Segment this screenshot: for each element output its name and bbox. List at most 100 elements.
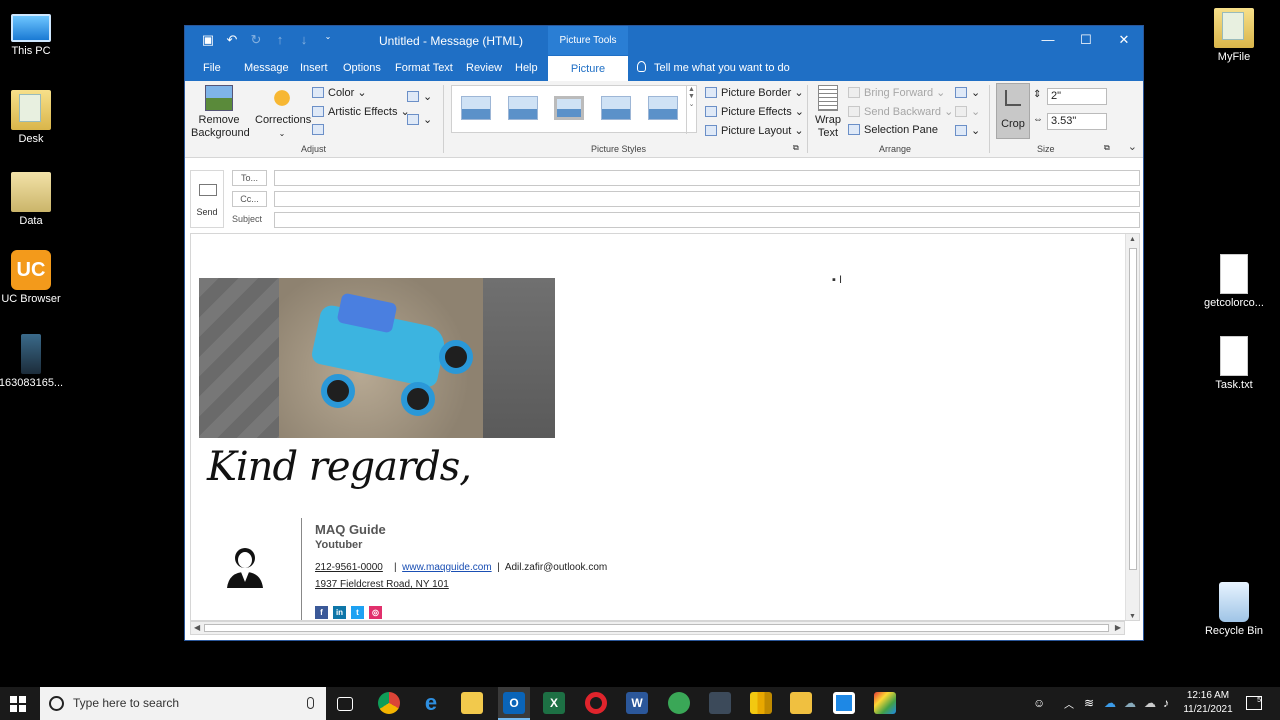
maximize-button[interactable]: ☐ bbox=[1067, 26, 1105, 55]
arrow-up-icon[interactable]: ↑ bbox=[273, 32, 287, 48]
desktop-icon-image-file[interactable]: 163083165... bbox=[0, 334, 66, 389]
file-explorer-icon[interactable] bbox=[461, 692, 483, 714]
volume-icon[interactable]: ♪ bbox=[1163, 696, 1169, 710]
redo-icon[interactable]: ↻ bbox=[249, 32, 263, 48]
cc-input[interactable] bbox=[274, 191, 1140, 207]
corrections-button[interactable]: Corrections ⌄ bbox=[255, 85, 311, 140]
task-view-icon[interactable] bbox=[337, 697, 353, 711]
rotate-button[interactable]: ⌄ bbox=[955, 124, 980, 137]
opera-icon[interactable] bbox=[585, 692, 607, 714]
linkedin-icon[interactable]: in bbox=[333, 606, 346, 619]
arrow-down-icon[interactable]: ↓ bbox=[297, 32, 311, 48]
onedrive-personal-icon[interactable]: ☁ bbox=[1124, 696, 1136, 710]
horizontal-scroll-thumb[interactable] bbox=[204, 624, 1109, 632]
cloud-sync-error-icon[interactable]: ☁ bbox=[1144, 696, 1156, 710]
gallery-scroll[interactable]: ▲ ▼ ⌄ bbox=[686, 86, 696, 134]
shape-width-input[interactable]: 3.53" bbox=[1047, 113, 1107, 130]
bring-forward-button[interactable]: Bring Forward ⌄ bbox=[848, 86, 945, 99]
scroll-right-icon[interactable]: ▶ bbox=[1115, 623, 1121, 632]
message-body[interactable]: ▪︎ I Kind regards, MAQ Guide Youtuber 21… bbox=[190, 233, 1140, 621]
show-hidden-icons-icon[interactable]: ︿ bbox=[1064, 696, 1074, 711]
send-backward-button[interactable]: Send Backward ⌄ bbox=[848, 105, 953, 118]
windows-start-icon[interactable] bbox=[10, 696, 26, 712]
customize-toolbar-icon[interactable]: ⌄ bbox=[321, 32, 335, 48]
maps-icon[interactable] bbox=[668, 692, 690, 714]
wrap-text-button[interactable]: Wrap Text bbox=[811, 85, 845, 140]
crop-button[interactable]: Crop bbox=[996, 83, 1030, 139]
color-button[interactable]: Color ⌄ bbox=[312, 86, 367, 99]
inserted-picture[interactable] bbox=[199, 278, 555, 438]
selection-pane-button[interactable]: Selection Pane bbox=[848, 124, 938, 136]
picture-style-1[interactable] bbox=[461, 96, 491, 120]
desktop-icon-task-txt[interactable]: Task.txt bbox=[1199, 336, 1269, 391]
tab-insert[interactable]: Insert bbox=[294, 55, 334, 81]
power-bi-icon[interactable] bbox=[750, 692, 772, 714]
to-button[interactable]: To... bbox=[232, 170, 267, 186]
change-picture-button[interactable]: ⌄ bbox=[407, 90, 432, 103]
picture-style-4[interactable] bbox=[601, 96, 631, 120]
picture-style-2[interactable] bbox=[508, 96, 538, 120]
edge-icon[interactable]: e bbox=[420, 692, 442, 714]
tab-options[interactable]: Options bbox=[337, 55, 387, 81]
collapse-ribbon-icon[interactable]: ⌄ bbox=[1128, 140, 1137, 153]
paint-icon[interactable] bbox=[874, 692, 896, 714]
desktop-icon-getcolor[interactable]: getcolorco... bbox=[1199, 254, 1269, 309]
picture-style-5[interactable] bbox=[648, 96, 678, 120]
undo-icon[interactable]: ↶ bbox=[225, 32, 239, 48]
close-button[interactable]: ✕ bbox=[1105, 26, 1143, 55]
tab-format-text[interactable]: Format Text bbox=[389, 55, 459, 81]
scroll-down-icon[interactable]: ▼ bbox=[1129, 613, 1136, 620]
to-input[interactable] bbox=[274, 170, 1140, 186]
people-icon[interactable]: ☺ bbox=[1033, 696, 1045, 710]
microphone-icon[interactable] bbox=[307, 697, 314, 709]
desktop-icon-this-pc[interactable]: This PC bbox=[0, 8, 66, 57]
desktop-icon-desk[interactable]: Desk bbox=[0, 90, 66, 145]
artistic-effects-button[interactable]: Artistic Effects ⌄ bbox=[312, 105, 410, 118]
tab-review[interactable]: Review bbox=[460, 55, 508, 81]
onedrive-icon[interactable]: ☁ bbox=[1104, 696, 1116, 710]
desktop-icon-myfile[interactable]: MyFile bbox=[1199, 8, 1269, 63]
video-editor-icon[interactable] bbox=[709, 692, 731, 714]
scroll-left-icon[interactable]: ◀ bbox=[194, 623, 200, 632]
notification-center-icon[interactable]: 5 bbox=[1246, 696, 1262, 710]
chrome-icon[interactable] bbox=[378, 692, 400, 714]
tell-me-search[interactable]: Tell me what you want to do bbox=[637, 55, 790, 81]
group-objects-button[interactable]: ⌄ bbox=[955, 105, 980, 118]
remove-background-button[interactable]: Remove Background bbox=[191, 85, 250, 140]
window-app-icon[interactable] bbox=[833, 692, 855, 714]
horizontal-scrollbar[interactable]: ◀ ▶ bbox=[190, 621, 1125, 635]
align-button[interactable]: ⌄ bbox=[955, 86, 980, 99]
send-button[interactable]: Send bbox=[190, 170, 224, 228]
tab-file[interactable]: File bbox=[197, 55, 227, 81]
tab-help[interactable]: Help bbox=[509, 55, 544, 81]
desktop-icon-data[interactable]: Data bbox=[0, 172, 66, 227]
excel-icon[interactable]: X bbox=[543, 692, 565, 714]
desktop-icon-recycle-bin[interactable]: Recycle Bin bbox=[1199, 582, 1269, 637]
picture-layout-button[interactable]: Picture Layout ⌄ bbox=[705, 124, 804, 137]
twitter-icon[interactable]: t bbox=[351, 606, 364, 619]
facebook-icon[interactable]: f bbox=[315, 606, 328, 619]
picture-border-button[interactable]: Picture Border ⌄ bbox=[705, 86, 804, 99]
minimize-button[interactable]: — bbox=[1029, 26, 1067, 55]
instagram-icon[interactable]: ◎ bbox=[369, 606, 382, 619]
cc-button[interactable]: Cc... bbox=[232, 191, 267, 207]
media-player-icon[interactable] bbox=[790, 692, 812, 714]
scroll-up-icon[interactable]: ▲ bbox=[1129, 236, 1136, 243]
system-clock[interactable]: 12:16 AM 11/21/2021 bbox=[1180, 689, 1236, 717]
vertical-scroll-thumb[interactable] bbox=[1129, 248, 1137, 570]
outlook-icon[interactable]: O bbox=[503, 692, 525, 714]
tab-message[interactable]: Message bbox=[238, 55, 295, 81]
wifi-icon[interactable]: ≋ bbox=[1084, 696, 1094, 710]
picture-styles-launcher[interactable]: ⧉ bbox=[793, 143, 799, 153]
reset-picture-button[interactable]: ⌄ bbox=[407, 113, 432, 126]
vertical-scrollbar[interactable]: ▲ ▼ bbox=[1125, 234, 1139, 620]
taskbar-search[interactable]: Type here to search bbox=[40, 687, 326, 720]
picture-style-3[interactable] bbox=[554, 96, 584, 120]
address-link[interactable]: 1937 Fieldcrest Road, NY 101 bbox=[315, 579, 449, 590]
website-link[interactable]: www.maqguide.com bbox=[402, 562, 491, 573]
size-launcher[interactable]: ⧉ bbox=[1104, 143, 1110, 153]
word-icon[interactable]: W bbox=[626, 692, 648, 714]
shape-height-input[interactable]: 2" bbox=[1047, 88, 1107, 105]
subject-input[interactable] bbox=[274, 212, 1140, 228]
compress-pictures-button[interactable] bbox=[312, 124, 328, 136]
